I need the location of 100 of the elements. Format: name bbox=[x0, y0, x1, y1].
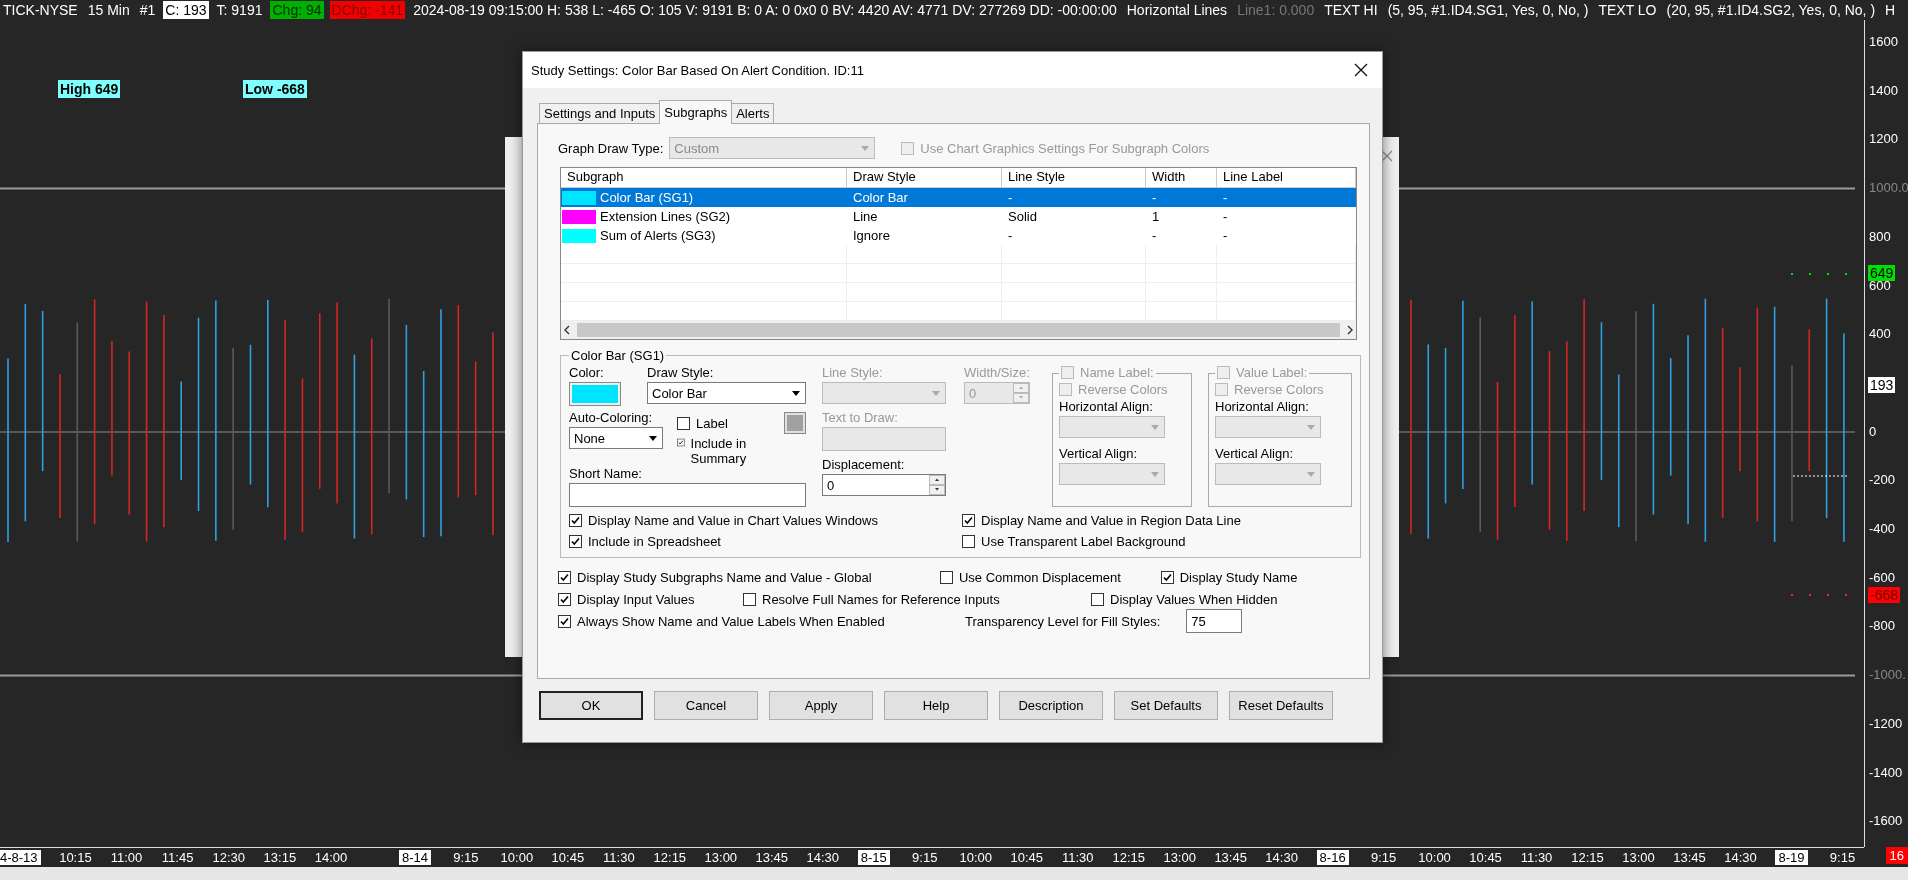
chevron-left-icon[interactable] bbox=[564, 325, 570, 335]
field-label: Line Style: bbox=[822, 365, 884, 380]
dialog-button[interactable]: Cancel bbox=[654, 691, 758, 720]
status-text: TEXT LO bbox=[1597, 1, 1658, 19]
field-label: Displacement: bbox=[822, 457, 906, 472]
axis-label: 1600 bbox=[1869, 33, 1898, 49]
table-cell-text: Line bbox=[852, 208, 879, 226]
checkmark-icon bbox=[569, 514, 582, 527]
checkbox[interactable]: Include in Summary bbox=[677, 436, 757, 466]
time-label: 13:45 bbox=[1672, 850, 1707, 865]
checkbox-icon bbox=[1091, 592, 1104, 606]
checkbox-icon bbox=[901, 141, 915, 155]
time-label: 11:30 bbox=[602, 850, 636, 865]
checkmark-icon bbox=[569, 535, 582, 548]
tab[interactable]: Subgraphs bbox=[659, 100, 733, 124]
horizontal-scrollbar[interactable] bbox=[561, 321, 1356, 339]
dropdown[interactable] bbox=[1215, 463, 1321, 485]
dialog-button[interactable]: OK bbox=[539, 691, 643, 720]
checkbox-icon bbox=[1061, 366, 1074, 379]
axis-label: -1400 bbox=[1869, 764, 1903, 779]
status-text: T: 9191 bbox=[215, 1, 264, 19]
dropdown[interactable] bbox=[1215, 416, 1321, 438]
checkbox[interactable]: Include in Spreadsheet bbox=[569, 534, 721, 549]
dialog-button[interactable]: Help bbox=[884, 691, 988, 720]
transparency-field[interactable]: 75 bbox=[1186, 609, 1243, 633]
column-header[interactable]: Width bbox=[1146, 168, 1217, 187]
chart-label: Low -668 bbox=[243, 80, 307, 98]
time-label: 13:15 bbox=[262, 850, 298, 865]
time-label: 12:30 bbox=[211, 850, 246, 865]
status-text: Line1: 0.000 bbox=[1236, 1, 1316, 19]
table-row[interactable]: Color Bar (SG1) Color Bar - - - bbox=[561, 188, 1356, 207]
checkbox[interactable]: Always Show Name and Value Labels When Enabled bbox=[558, 613, 885, 629]
time-label: 13:00 bbox=[1162, 850, 1197, 865]
time-label: 14:30 bbox=[1264, 850, 1299, 865]
dropdown[interactable] bbox=[1059, 463, 1165, 485]
field-label: Width/Size: bbox=[964, 365, 1031, 380]
table-cell-text: - bbox=[1222, 189, 1229, 207]
axis-label: 400 bbox=[1869, 325, 1891, 341]
checkbox[interactable]: Display Study Name bbox=[1160, 569, 1298, 585]
time-label: 9:15 bbox=[911, 850, 939, 865]
dropdown[interactable]: Color Bar bbox=[647, 382, 806, 404]
tab[interactable]: Settings and Inputs bbox=[539, 103, 661, 124]
checkbox-icon bbox=[743, 592, 756, 606]
text-field[interactable] bbox=[822, 427, 946, 451]
dropdown[interactable] bbox=[822, 382, 946, 404]
dropdown[interactable] bbox=[1059, 416, 1165, 438]
checkmark-icon bbox=[558, 614, 571, 628]
dialog-button[interactable]: Description bbox=[999, 691, 1103, 720]
short-name-field[interactable] bbox=[569, 483, 806, 507]
checkmark-icon bbox=[558, 592, 571, 606]
checkbox-icon bbox=[1215, 383, 1228, 396]
time-label: 10:00 bbox=[1417, 850, 1452, 865]
caret-icon bbox=[861, 145, 870, 151]
checkbox[interactable]: Use Transparent Label Background bbox=[962, 534, 1186, 549]
time-label: 4-8-13 bbox=[0, 850, 41, 865]
checkbox[interactable]: Display Name and Value in Chart Values Windows bbox=[569, 513, 878, 528]
column-header[interactable]: Subgraph bbox=[561, 168, 847, 187]
field-label: Vertical Align: bbox=[1215, 446, 1295, 461]
time-label: 13:00 bbox=[703, 850, 739, 865]
time-label: 11:45 bbox=[160, 850, 195, 865]
status-text: H bbox=[1884, 1, 1897, 19]
field-label: Text to Draw: bbox=[822, 410, 899, 425]
displacement-field[interactable]: 0 bbox=[822, 474, 946, 496]
chevron-right-icon[interactable] bbox=[1347, 325, 1353, 335]
status-text: TEXT HI bbox=[1323, 1, 1379, 19]
checkbox-icon bbox=[1217, 366, 1230, 379]
dialog-title: Study Settings: Color Bar Based On Alert Condition. ID:11 bbox=[531, 62, 864, 78]
checkbox-icon bbox=[677, 416, 690, 430]
scrollbar[interactable] bbox=[0, 867, 1908, 880]
color-button[interactable] bbox=[784, 412, 806, 434]
checkbox[interactable]: Display Name and Value in Region Data Line bbox=[962, 513, 1241, 528]
dialog-button[interactable]: Set Defaults bbox=[1114, 691, 1218, 720]
dropdown[interactable]: None bbox=[569, 427, 663, 449]
column-header[interactable]: Draw Style bbox=[847, 168, 1002, 187]
spinner-icon[interactable] bbox=[929, 475, 945, 495]
checkbox[interactable]: Display Input Values bbox=[558, 591, 695, 607]
status-text: 15 Min bbox=[86, 1, 131, 19]
table-cell-text: Solid bbox=[1007, 208, 1038, 226]
color-button[interactable] bbox=[569, 382, 621, 406]
checkbox[interactable]: Display Values When Hidden bbox=[1091, 591, 1278, 607]
field-label: Short Name: bbox=[569, 466, 643, 481]
field-label: Vertical Align: bbox=[1059, 446, 1139, 461]
column-header[interactable]: Line Label bbox=[1217, 168, 1356, 187]
time-label: 13:45 bbox=[1213, 850, 1248, 865]
status-text: DChg: -141 bbox=[329, 1, 406, 19]
checkmark-icon bbox=[1160, 570, 1174, 584]
checkbox[interactable]: Resolve Full Names for Reference Inputs bbox=[743, 591, 1000, 607]
checkbox[interactable]: Display Study Subgraphs Name and Value - Global bbox=[558, 569, 872, 585]
column-header[interactable]: Line Style bbox=[1002, 168, 1146, 187]
checkbox[interactable]: Use Common Displacement bbox=[940, 569, 1121, 585]
tab[interactable]: Alerts bbox=[731, 103, 775, 124]
caret-icon bbox=[649, 435, 657, 441]
checkbox[interactable]: Label bbox=[677, 415, 728, 431]
axis-label: 0 bbox=[1869, 423, 1877, 439]
chart-label: High 649 bbox=[58, 80, 121, 98]
dialog-button[interactable]: Reset Defaults bbox=[1229, 691, 1333, 720]
table-cell: Color Bar (SG1) bbox=[561, 188, 847, 207]
time-label: 9:15 bbox=[1369, 850, 1398, 865]
dialog-button[interactable]: Apply bbox=[769, 691, 873, 720]
table-cell-text: - bbox=[1151, 189, 1158, 207]
